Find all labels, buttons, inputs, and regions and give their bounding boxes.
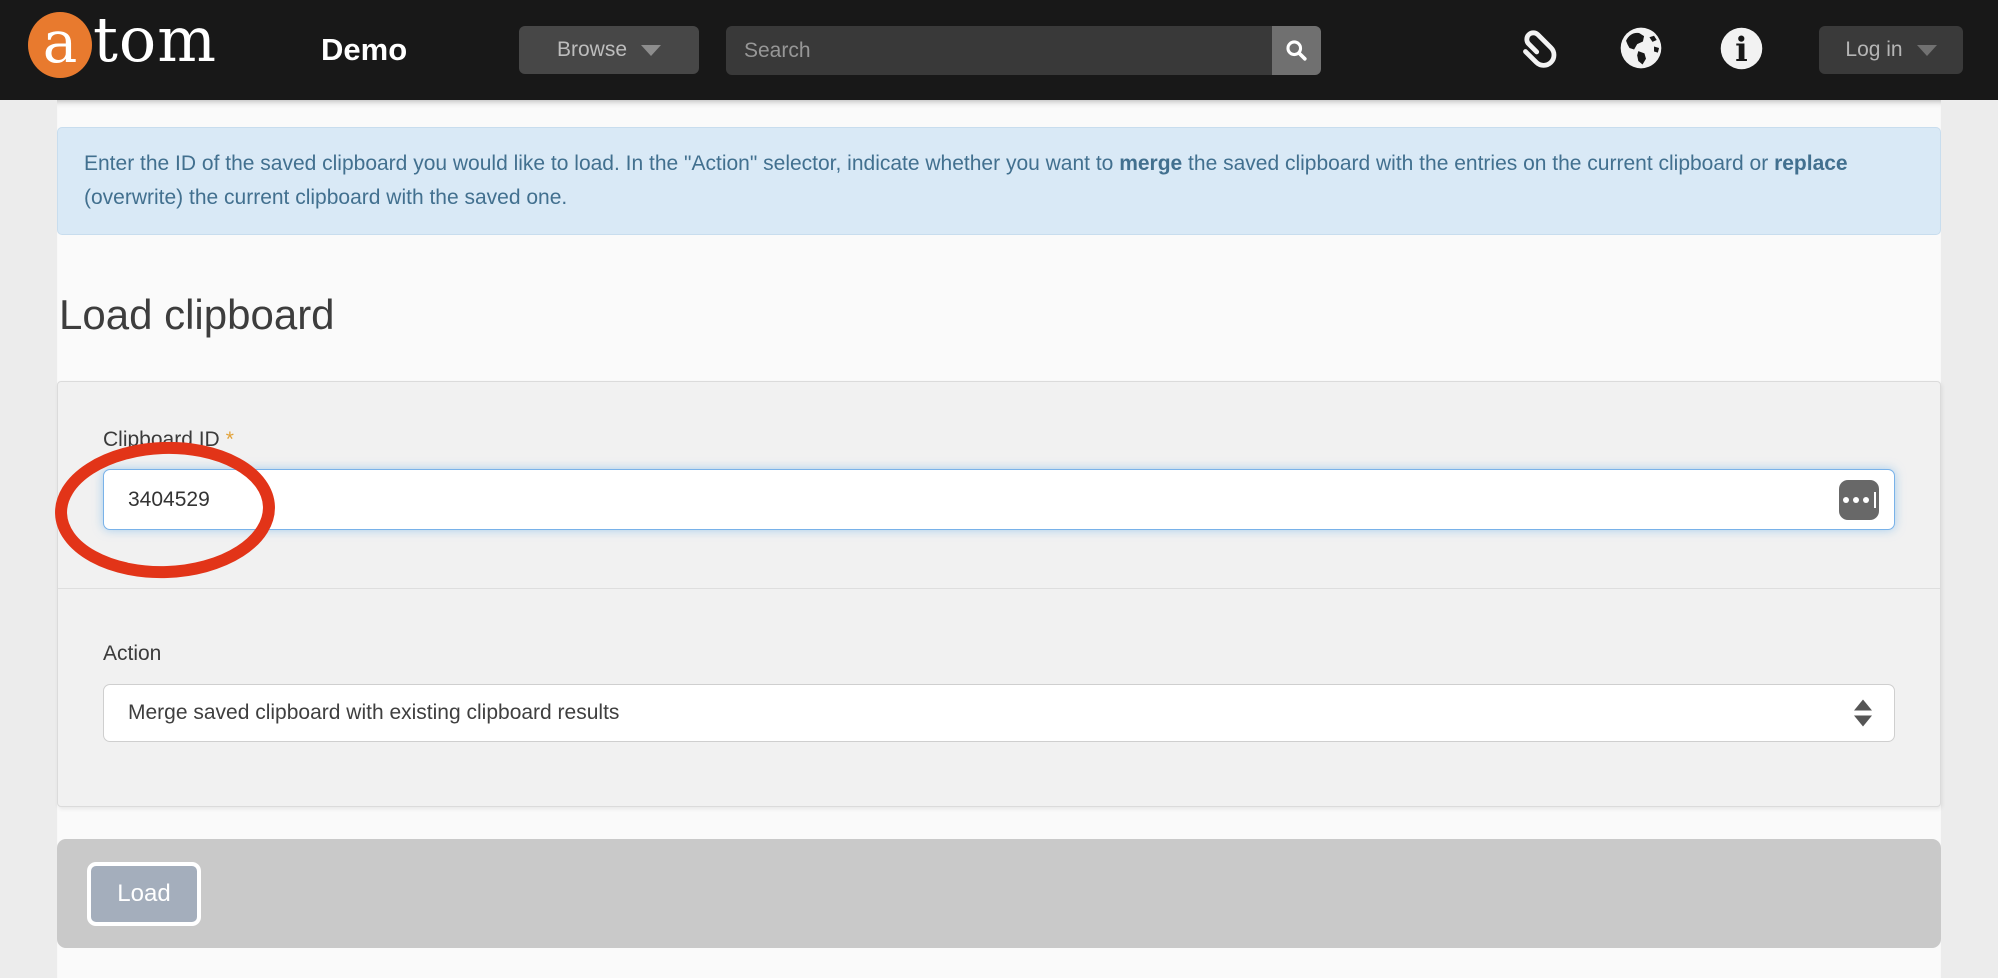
info-icon: i: [1718, 25, 1765, 72]
svg-text:i: i: [1735, 30, 1748, 69]
clipboard-id-section: Clipboard ID*: [58, 382, 1940, 588]
paperclip-icon: [1508, 14, 1576, 82]
clipboard-id-input-row: [103, 469, 1895, 530]
load-clipboard-form: Clipboard ID* Action Merge saved clipboa…: [57, 381, 1941, 807]
required-asterisk: *: [226, 428, 234, 451]
page-title: Load clipboard: [59, 291, 1941, 339]
action-selected-value: Merge saved clipboard with existing clip…: [128, 701, 619, 725]
select-arrows-icon: [1854, 700, 1872, 727]
clipboard-id-input[interactable]: [103, 469, 1895, 530]
load-button[interactable]: Load: [87, 862, 201, 926]
search-input[interactable]: [726, 26, 1272, 75]
content-wrapper: Enter the ID of the saved clipboard you …: [57, 100, 1941, 978]
about-menu-button[interactable]: i: [1717, 22, 1765, 74]
search-bar: [726, 26, 1321, 75]
action-label: Action: [103, 642, 1895, 666]
form-actions-bar: Load: [57, 839, 1941, 948]
language-menu-button[interactable]: [1617, 22, 1665, 74]
login-label: Log in: [1845, 38, 1902, 62]
search-icon: [1283, 37, 1310, 64]
load-clipboard-page: a tom Demo Browse: [0, 0, 1998, 978]
atom-logo-text: tom: [93, 9, 217, 81]
site-title[interactable]: Demo: [321, 0, 407, 100]
browse-label: Browse: [557, 38, 627, 62]
globe-icon: [1618, 25, 1664, 71]
caret-down-icon: [641, 45, 661, 56]
action-select[interactable]: Merge saved clipboard with existing clip…: [103, 684, 1895, 742]
info-alert: Enter the ID of the saved clipboard you …: [57, 127, 1941, 235]
browse-dropdown-button[interactable]: Browse: [519, 26, 699, 74]
clipboard-menu-button[interactable]: [1518, 22, 1566, 74]
login-dropdown-button[interactable]: Log in: [1819, 26, 1963, 74]
clipboard-id-label: Clipboard ID*: [103, 428, 1895, 452]
atom-logo[interactable]: a tom: [28, 9, 217, 81]
top-navigation-bar: a tom Demo Browse: [0, 0, 1998, 100]
search-button[interactable]: [1272, 26, 1321, 75]
action-section: Action Merge saved clipboard with existi…: [58, 588, 1940, 806]
caret-down-icon: [1917, 45, 1937, 56]
autofill-dots-icon[interactable]: [1839, 480, 1879, 520]
atom-logo-a-icon: a: [28, 12, 92, 78]
